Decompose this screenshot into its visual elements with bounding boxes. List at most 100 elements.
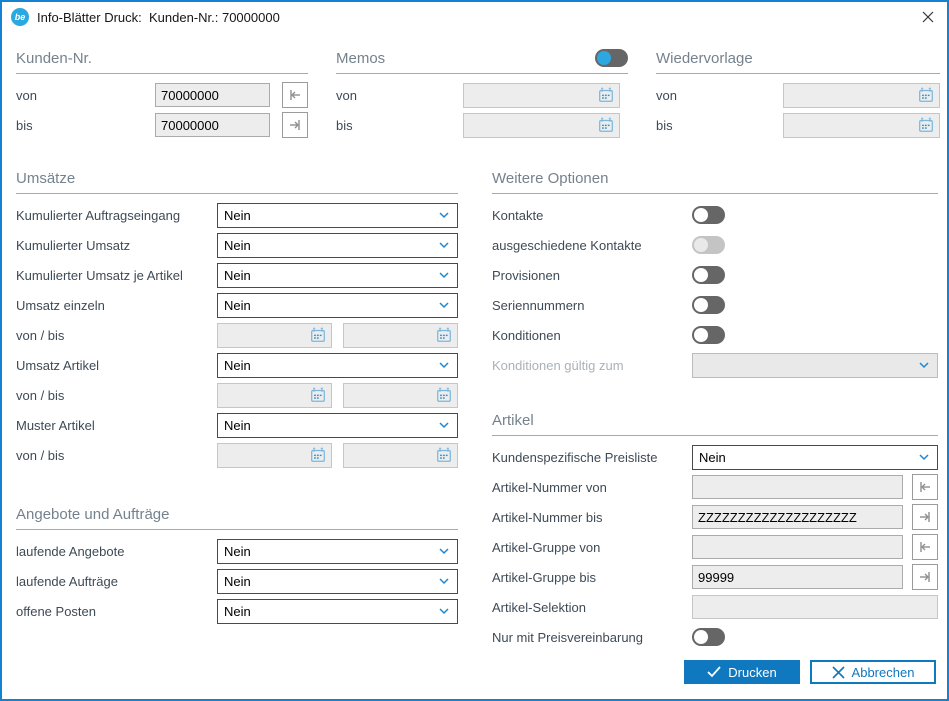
memos-von-row: von — [336, 80, 628, 110]
bis-datefield[interactable] — [343, 323, 458, 348]
bis-datefield[interactable] — [343, 383, 458, 408]
dropdown-label: offene Posten — [16, 604, 217, 619]
calendar-icon — [309, 326, 327, 344]
artikel-gruppe-von-input[interactable] — [692, 535, 903, 559]
toggle-knob — [694, 298, 708, 312]
laufende-auftraege-dropdown[interactable]: Nein — [217, 569, 458, 594]
memos-toggle[interactable] — [595, 49, 628, 67]
cancel-x-icon — [832, 666, 845, 679]
calendar-button[interactable] — [434, 325, 454, 345]
wiedervorlage-von-datefield[interactable] — [783, 83, 940, 108]
dropdown-label: Konditionen gültig zum — [492, 358, 692, 373]
kumulierter-umsatz-dropdown[interactable]: Nein — [217, 233, 458, 258]
arrow-to-first-icon — [287, 87, 303, 103]
kontakte-toggle[interactable] — [692, 206, 725, 224]
bis-datefield[interactable] — [343, 443, 458, 468]
close-button[interactable] — [917, 6, 939, 28]
wiedervorlage-bis-label: bis — [656, 118, 783, 133]
toggle-label: Provisionen — [492, 268, 692, 283]
dropdown-value: Nein — [224, 574, 437, 589]
section-umsaetze: Umsätze Kumulierter Auftragseingang Nein… — [16, 168, 458, 470]
dropdown-value: Nein — [699, 450, 917, 465]
vonbis-label: von / bis — [16, 388, 217, 403]
kunden-nr-bis-input[interactable] — [155, 113, 270, 137]
artikel-row: Artikel-Gruppe von — [492, 532, 938, 562]
artikel-gruppe-bis-input[interactable] — [692, 565, 903, 589]
goto-last-button[interactable] — [282, 112, 308, 138]
abbrechen-button[interactable]: Abbrechen — [810, 660, 936, 684]
nur-mit-preisvereinbarung-toggle[interactable] — [692, 628, 725, 646]
kumulierter-umsatz-je-artikel-dropdown[interactable]: Nein — [217, 263, 458, 288]
chevron-down-icon — [437, 544, 451, 558]
kunden-nr-bis-row: bis — [16, 110, 308, 140]
dropdown-label: Kumulierter Umsatz je Artikel — [16, 268, 217, 283]
calendar-button[interactable] — [916, 85, 936, 105]
laufende-angebote-dropdown[interactable]: Nein — [217, 539, 458, 564]
provisionen-toggle[interactable] — [692, 266, 725, 284]
kunden-nr-von-label: von — [16, 88, 155, 103]
goto-first-button[interactable] — [912, 534, 938, 560]
calendar-button[interactable] — [308, 325, 328, 345]
input-label: Artikel-Nummer bis — [492, 510, 692, 525]
input-label: Artikel-Gruppe von — [492, 540, 692, 555]
artikel-selektion-input[interactable] — [692, 595, 938, 619]
angebote-row: laufende Aufträge Nein — [16, 566, 458, 596]
calendar-button[interactable] — [596, 115, 616, 135]
memos-bis-row: bis — [336, 110, 628, 140]
weitere-row: Provisionen — [492, 260, 938, 290]
chevron-down-icon — [437, 298, 451, 312]
von-datefield[interactable] — [217, 323, 332, 348]
drucken-button[interactable]: Drucken — [684, 660, 800, 684]
calendar-button[interactable] — [308, 385, 328, 405]
arrow-to-last-icon — [917, 569, 933, 585]
dropdown-label: Umsatz einzeln — [16, 298, 217, 313]
umsatz-einzeln-dropdown[interactable]: Nein — [217, 293, 458, 318]
umsaetze-row: Kumulierter Umsatz Nein — [16, 230, 458, 260]
chevron-down-icon — [437, 574, 451, 588]
calendar-button[interactable] — [434, 385, 454, 405]
section-title: Memos — [336, 50, 385, 67]
ausgeschiedene-kontakte-toggle — [692, 236, 725, 254]
muster-artikel-dropdown[interactable]: Nein — [217, 413, 458, 438]
section-artikel-header: Artikel — [492, 410, 938, 436]
dropdown-label: laufende Aufträge — [16, 574, 217, 589]
goto-first-button[interactable] — [912, 474, 938, 500]
kundenspezifische-preisliste-dropdown[interactable]: Nein — [692, 445, 938, 470]
abbrechen-button-label: Abbrechen — [852, 665, 915, 680]
seriennummern-toggle[interactable] — [692, 296, 725, 314]
kumulierter-auftragseingang-dropdown[interactable]: Nein — [217, 203, 458, 228]
konditionen-toggle[interactable] — [692, 326, 725, 344]
dropdown-value: Nein — [224, 358, 437, 373]
goto-last-button[interactable] — [912, 504, 938, 530]
von-datefield[interactable] — [217, 383, 332, 408]
goto-last-button[interactable] — [912, 564, 938, 590]
artikel-nummer-von-input[interactable] — [692, 475, 903, 499]
close-icon — [921, 10, 935, 24]
goto-first-button[interactable] — [282, 82, 308, 108]
von-datefield[interactable] — [217, 443, 332, 468]
memos-von-datefield[interactable] — [463, 83, 620, 108]
offene-posten-dropdown[interactable]: Nein — [217, 599, 458, 624]
section-angebote: Angebote und Aufträge laufende Angebote … — [16, 504, 458, 626]
calendar-button[interactable] — [596, 85, 616, 105]
weitere-row: Konditionen — [492, 320, 938, 350]
kunden-nr-von-input[interactable] — [155, 83, 270, 107]
umsaetze-row: Umsatz Artikel Nein — [16, 350, 458, 380]
calendar-button[interactable] — [434, 445, 454, 465]
calendar-button[interactable] — [308, 445, 328, 465]
dropdown-value: Nein — [224, 238, 437, 253]
kunden-nr-von-row: von — [16, 80, 308, 110]
umsatz-artikel-dropdown[interactable]: Nein — [217, 353, 458, 378]
section-angebote-header: Angebote und Aufträge — [16, 504, 458, 530]
artikel-row: Artikel-Nummer von — [492, 472, 938, 502]
umsaetze-row: Kumulierter Auftragseingang Nein — [16, 200, 458, 230]
memos-bis-datefield[interactable] — [463, 113, 620, 138]
drucken-button-label: Drucken — [728, 665, 776, 680]
artikel-nummer-bis-input[interactable] — [692, 505, 903, 529]
umsaetze-row: Kumulierter Umsatz je Artikel Nein — [16, 260, 458, 290]
calendar-button[interactable] — [916, 115, 936, 135]
section-wiedervorlage: Wiedervorlage von bis — [656, 48, 940, 140]
angebote-row: offene Posten Nein — [16, 596, 458, 626]
wiedervorlage-bis-datefield[interactable] — [783, 113, 940, 138]
chevron-down-icon — [917, 358, 931, 372]
